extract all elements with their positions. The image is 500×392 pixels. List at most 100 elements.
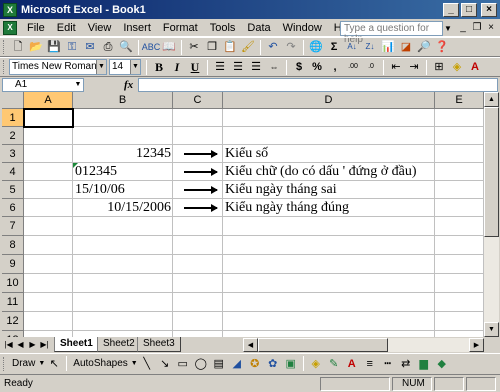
underline-button[interactable]: U — [187, 59, 203, 75]
doc-minimize-button[interactable]: _ — [457, 22, 469, 34]
select-objects-icon[interactable]: ↖ — [46, 356, 62, 372]
toolbar-grip[interactable] — [3, 356, 6, 371]
arrow-icon[interactable]: ↘ — [157, 356, 173, 372]
tab-sheet3[interactable]: Sheet3 — [137, 337, 181, 352]
vertical-scrollbar[interactable]: ▲ ▼ — [484, 92, 499, 337]
dash-style-icon[interactable]: ┅ — [380, 356, 396, 372]
cell-d3[interactable]: Kiểu số — [225, 145, 268, 163]
font-size-select[interactable]: 14 ▼ — [109, 59, 141, 75]
menu-insert[interactable]: Insert — [117, 22, 157, 34]
rectangle-icon[interactable]: ▭ — [175, 356, 191, 372]
line-style-icon[interactable]: ≡ — [362, 356, 378, 372]
copy-icon[interactable]: ❐ — [204, 39, 220, 55]
3d-style-icon[interactable]: ◆ — [434, 356, 450, 372]
wordart-icon[interactable]: ◢ — [229, 356, 245, 372]
formula-input[interactable] — [138, 77, 498, 92]
fill-color-icon[interactable]: ◈ — [308, 356, 324, 372]
increase-decimal-icon[interactable]: .00 — [345, 59, 361, 75]
active-cell-a1[interactable] — [23, 108, 74, 128]
borders-icon[interactable]: ⊞ — [431, 59, 447, 75]
cell-b6[interactable]: 10/15/2006 — [75, 199, 171, 217]
clip-art-icon[interactable]: ✿ — [265, 356, 281, 372]
help-search-input[interactable]: Type a question for help — [340, 21, 443, 45]
row-header-4[interactable]: 4 — [2, 163, 24, 181]
redo-icon[interactable]: ↷ — [283, 39, 299, 55]
menu-tools[interactable]: Tools — [204, 22, 242, 34]
new-icon[interactable]: 🗋 — [10, 39, 26, 55]
research-icon[interactable]: 📖 — [161, 39, 177, 55]
column-header-a[interactable]: A — [24, 92, 73, 109]
last-sheet-icon[interactable]: ▶| — [39, 339, 50, 351]
column-header-b[interactable]: B — [73, 92, 173, 109]
first-sheet-icon[interactable]: |◀ — [3, 339, 14, 351]
column-header-d[interactable]: D — [223, 92, 435, 109]
line-color-icon[interactable]: ✎ — [326, 356, 342, 372]
doc-restore-button[interactable]: ❐ — [471, 22, 483, 34]
sort-descending-icon[interactable]: Z↓ — [362, 39, 378, 55]
format-painter-icon[interactable]: 🖌 — [240, 39, 256, 55]
menu-data[interactable]: Data — [241, 22, 276, 34]
toolbar-grip[interactable] — [3, 60, 6, 74]
prev-sheet-icon[interactable]: ◀ — [15, 339, 26, 351]
print-preview-icon[interactable]: 🔍 — [118, 39, 134, 55]
row-header-10[interactable]: 10 — [2, 274, 24, 293]
menu-window[interactable]: Window — [277, 22, 328, 34]
font-color-icon[interactable]: A — [344, 356, 360, 372]
insert-function-icon[interactable]: fx — [124, 79, 138, 91]
cell-b5[interactable]: 15/10/06 — [75, 181, 171, 199]
drawing-icon[interactable]: ◪ — [398, 39, 414, 55]
scroll-left-icon[interactable]: ◀ — [243, 338, 258, 352]
align-center-icon[interactable]: ☰ — [230, 59, 246, 75]
autosum-icon[interactable]: Σ — [326, 39, 342, 55]
tab-sheet1[interactable]: Sheet1 — [54, 337, 99, 352]
oval-icon[interactable]: ◯ — [193, 356, 209, 372]
cell-d4[interactable]: Kiểu chữ (do có dấu ' đứng ở đầu) — [225, 163, 417, 181]
chevron-down-icon[interactable]: ▼ — [131, 360, 138, 367]
row-header-3[interactable]: 3 — [2, 145, 24, 163]
menu-edit[interactable]: Edit — [51, 22, 82, 34]
line-icon[interactable]: ╲ — [139, 356, 155, 372]
paste-icon[interactable]: 📋 — [222, 39, 238, 55]
chevron-down-icon[interactable]: ▼ — [130, 60, 140, 74]
sort-ascending-icon[interactable]: A↓ — [344, 39, 360, 55]
chevron-down-icon[interactable]: ▼ — [96, 60, 106, 74]
row-header-12[interactable]: 12 — [2, 312, 24, 331]
diagram-icon[interactable]: ✪ — [247, 356, 263, 372]
chart-wizard-icon[interactable]: 📊 — [380, 39, 396, 55]
chevron-down-icon[interactable]: ▼ — [38, 360, 45, 367]
menu-format[interactable]: Format — [157, 22, 204, 34]
hyperlink-icon[interactable]: 🌐 — [308, 39, 324, 55]
scroll-thumb[interactable] — [484, 107, 499, 237]
align-left-icon[interactable]: ☰ — [212, 59, 228, 75]
save-icon[interactable]: 💾 — [46, 39, 62, 55]
print-icon[interactable]: ⎙ — [100, 39, 116, 55]
decrease-indent-icon[interactable]: ⇤ — [388, 59, 404, 75]
chevron-down-icon[interactable]: ▼ — [443, 21, 453, 36]
comma-style-icon[interactable]: , — [327, 59, 343, 75]
row-header-9[interactable]: 9 — [2, 255, 24, 274]
align-right-icon[interactable]: ☰ — [248, 59, 264, 75]
email-icon[interactable]: ✉ — [82, 39, 98, 55]
column-header-c[interactable]: C — [173, 92, 223, 109]
cell-b4[interactable]: 012345 — [75, 163, 171, 181]
cut-icon[interactable]: ✂ — [186, 39, 202, 55]
zoom-icon[interactable]: 🔎 — [416, 39, 432, 55]
draw-menu-button[interactable]: Draw — [9, 358, 38, 369]
scroll-down-icon[interactable]: ▼ — [484, 322, 499, 337]
bold-button[interactable]: B — [151, 59, 167, 75]
row-header-2[interactable]: 2 — [2, 127, 24, 145]
scroll-up-icon[interactable]: ▲ — [484, 92, 499, 107]
picture-icon[interactable]: ▣ — [283, 356, 299, 372]
maximize-button[interactable]: □ — [461, 2, 477, 17]
scroll-thumb[interactable] — [258, 338, 388, 352]
decrease-decimal-icon[interactable]: .0 — [363, 59, 379, 75]
scroll-right-icon[interactable]: ▶ — [469, 338, 484, 352]
row-header-6[interactable]: 6 — [2, 199, 24, 217]
text-box-icon[interactable]: ▤ — [211, 356, 227, 372]
shadow-style-icon[interactable]: ▆ — [416, 356, 432, 372]
column-header-e[interactable]: E — [435, 92, 484, 109]
toolbar-grip[interactable] — [3, 40, 6, 54]
cell-d6[interactable]: Kiểu ngày tháng đúng — [225, 199, 349, 217]
font-color-icon[interactable]: A — [467, 59, 483, 75]
italic-button[interactable]: I — [169, 59, 185, 75]
